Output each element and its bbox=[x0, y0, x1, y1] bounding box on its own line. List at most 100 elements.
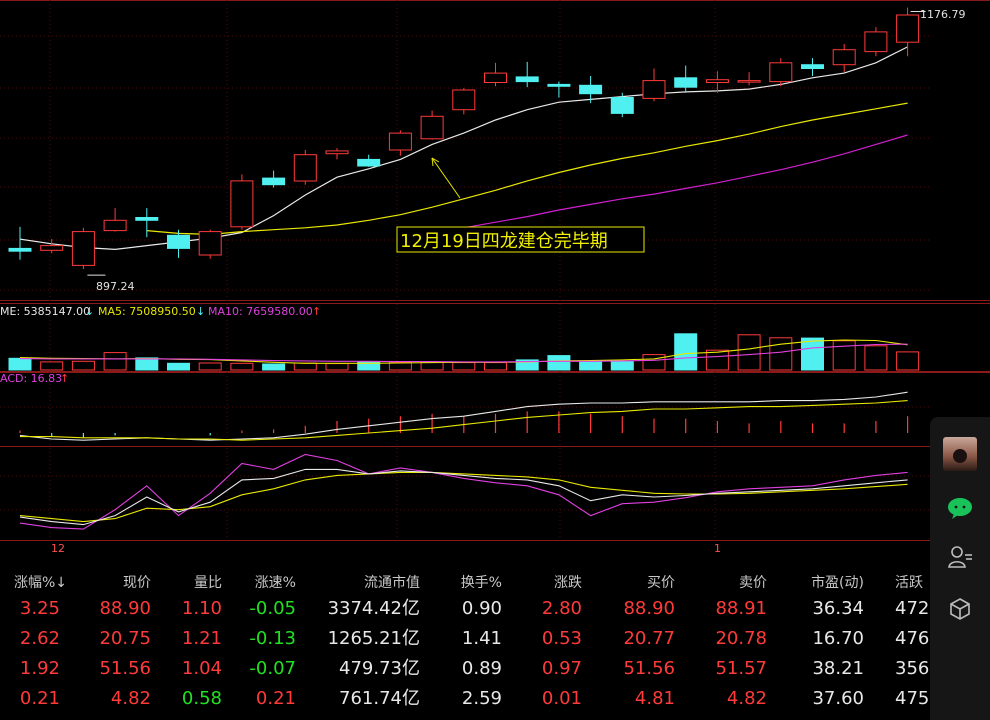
candle bbox=[547, 81, 571, 98]
cell-float-cap: 761.74亿 bbox=[339, 688, 420, 709]
stock-quote-table: 涨幅%↓ 现价 量比 涨速% 流通市值 换手% 涨跌 买价 卖价 市盈(动) 活… bbox=[0, 568, 935, 720]
candle bbox=[484, 62, 507, 87]
table-row[interactable]: 3.25 88.90 1.10 -0.05 3374.42亿 0.90 2.80 88.90 8… bbox=[0, 594, 935, 624]
volume-bar-up bbox=[40, 361, 64, 371]
volume-bar-down bbox=[579, 361, 603, 371]
volume-bar-up bbox=[103, 352, 127, 371]
stock-chart[interactable]: 1176.79 897.24 12月19日四龙建仓完毕期 ME: 5385147… bbox=[0, 0, 990, 560]
candle-body-up bbox=[769, 62, 793, 83]
kdj-k-line bbox=[19, 468, 908, 526]
volume-bar-down bbox=[8, 357, 32, 371]
candle-body-down bbox=[674, 77, 698, 88]
cell-change-pct: 3.25 bbox=[19, 598, 60, 619]
volume-bar-up bbox=[452, 362, 476, 371]
cell-turnover: 2.59 bbox=[461, 688, 502, 709]
macd-legend-arrow: ↑ bbox=[60, 372, 69, 385]
candle-body-up bbox=[103, 219, 127, 232]
cell-change: 0.97 bbox=[541, 658, 582, 679]
table-row[interactable]: 0.21 4.82 0.58 0.21 761.74亿 2.59 0.01 4.81 4.82 3… bbox=[0, 684, 935, 714]
callout-text: 12月19日四龙建仓完毕期 bbox=[400, 231, 608, 252]
cell-speed: -0.05 bbox=[249, 598, 296, 619]
volume-legend-ma5: MA5: 7508950.50 bbox=[98, 305, 196, 318]
wechat-icon bbox=[948, 498, 972, 519]
date-label-12: 12 bbox=[51, 542, 65, 555]
volume-bar-up bbox=[325, 363, 349, 371]
cell-active: 475 bbox=[895, 688, 930, 709]
candle bbox=[642, 68, 666, 102]
volume-bar-down bbox=[547, 355, 571, 371]
candle bbox=[896, 7, 920, 57]
candle-body-down bbox=[8, 247, 32, 252]
volume-bar-up bbox=[769, 337, 793, 371]
volume-legend-vol-arrow: ↓ bbox=[85, 305, 94, 318]
candle-body-up bbox=[293, 154, 317, 182]
volume-bar-down bbox=[135, 357, 159, 371]
candle-body-down bbox=[610, 97, 634, 114]
cell-change-pct: 0.21 bbox=[19, 688, 60, 709]
cell-pe: 37.60 bbox=[812, 688, 864, 709]
candle bbox=[230, 174, 254, 230]
cell-price: 51.56 bbox=[99, 658, 151, 679]
volume-bar-down bbox=[167, 362, 190, 371]
candle-body-up bbox=[388, 132, 412, 151]
sidebar-box-button[interactable] bbox=[930, 585, 990, 633]
candle-body-up bbox=[40, 245, 64, 251]
candle-body-up bbox=[737, 80, 761, 83]
table-row[interactable]: 1.92 51.56 1.04 -0.07 479.73亿 0.89 0.97 51.56 51… bbox=[0, 654, 935, 684]
volume-bar-up bbox=[484, 362, 507, 371]
candle bbox=[769, 58, 793, 87]
candle bbox=[388, 130, 412, 156]
cell-active: 472 bbox=[895, 598, 930, 619]
cell-float-cap: 3374.42亿 bbox=[327, 598, 420, 619]
candle-body-up bbox=[325, 150, 349, 155]
cell-price: 88.90 bbox=[99, 598, 151, 619]
cell-turnover: 0.89 bbox=[461, 658, 502, 679]
candle bbox=[801, 58, 824, 76]
candle-body-up bbox=[420, 115, 444, 140]
candle-body-up bbox=[896, 14, 920, 43]
volume-bar-down bbox=[610, 360, 634, 371]
candle bbox=[737, 72, 761, 86]
cell-speed: 0.21 bbox=[255, 688, 296, 709]
volume-bar-down bbox=[801, 337, 824, 371]
volume-legend-ma10: MA10: 7659580.00 bbox=[208, 305, 313, 318]
candle bbox=[325, 148, 349, 160]
candle-body-up bbox=[230, 180, 254, 228]
volume-legend-ma10-arrow: ↑ bbox=[312, 305, 321, 318]
volume-bar-up bbox=[705, 349, 729, 371]
candle-body-down bbox=[167, 234, 190, 249]
candle-body-up bbox=[484, 72, 507, 83]
candle bbox=[135, 208, 159, 238]
cell-volume-ratio: 1.10 bbox=[181, 598, 222, 619]
cell-ask: 4.82 bbox=[726, 688, 767, 709]
volume-bar-up bbox=[198, 362, 222, 371]
date-label-1: 1 bbox=[714, 542, 721, 555]
candle bbox=[103, 208, 127, 232]
volume-bar-up bbox=[896, 351, 920, 371]
volume-bar-up bbox=[293, 362, 317, 371]
low-price-label: 897.24 bbox=[96, 280, 135, 293]
candle bbox=[420, 110, 444, 140]
cell-bid: 88.90 bbox=[623, 598, 675, 619]
cell-pe: 38.21 bbox=[812, 658, 864, 679]
sidebar-wechat-button[interactable] bbox=[930, 484, 990, 532]
volume-legend-vol: ME: 5385147.00 bbox=[0, 305, 90, 318]
candle-body-up bbox=[71, 231, 95, 266]
cell-ask: 20.78 bbox=[715, 628, 767, 649]
candle-body-down bbox=[357, 158, 381, 167]
volume-bar-up bbox=[737, 334, 761, 371]
cell-change-pct: 1.92 bbox=[19, 658, 60, 679]
candle bbox=[40, 239, 64, 254]
high-price-label: 1176.79 bbox=[920, 8, 966, 21]
volume-legend-ma5-arrow: ↓ bbox=[196, 305, 205, 318]
cell-change: 0.53 bbox=[541, 628, 582, 649]
sidebar-user-service-button[interactable] bbox=[930, 533, 990, 581]
sidebar-avatar-button[interactable] bbox=[930, 430, 990, 478]
volume-bar-up bbox=[832, 340, 856, 371]
candle-body-up bbox=[452, 89, 476, 111]
cell-bid: 51.56 bbox=[623, 658, 675, 679]
cell-active: 356 bbox=[895, 658, 930, 679]
cell-volume-ratio: 0.58 bbox=[181, 688, 222, 709]
cell-volume-ratio: 1.04 bbox=[181, 658, 222, 679]
table-row[interactable]: 2.62 20.75 1.21 -0.13 1265.21亿 1.41 0.53 20.77 2… bbox=[0, 624, 935, 654]
